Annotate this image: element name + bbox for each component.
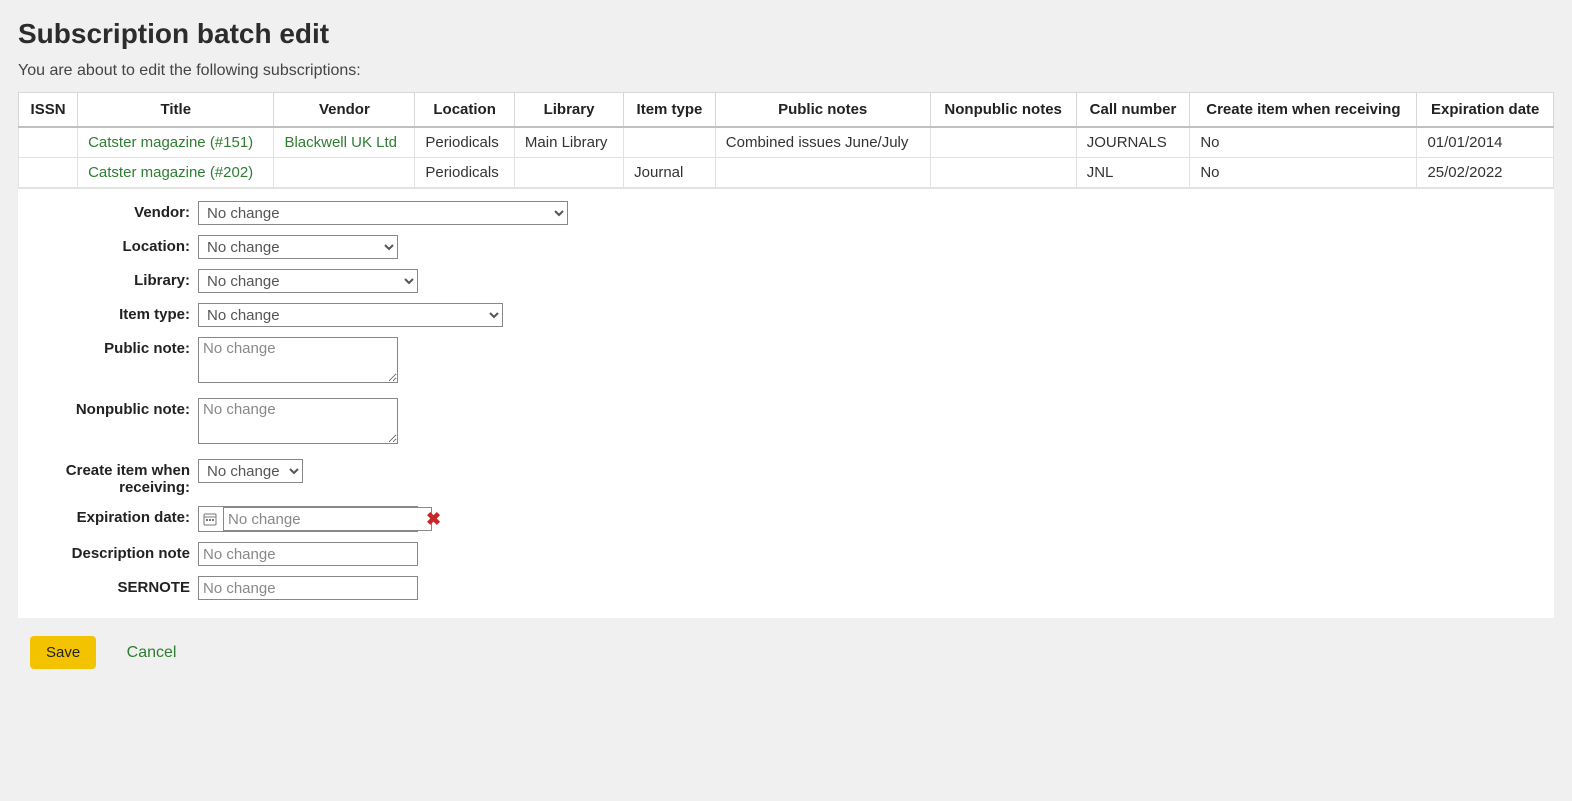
sernote-label: SERNOTE xyxy=(18,576,198,596)
cell-location: Periodicals xyxy=(415,127,515,158)
expiration-label: Expiration date: xyxy=(18,506,198,526)
col-nonpublicnotes[interactable]: Nonpublic notes xyxy=(930,93,1076,128)
save-button[interactable]: Save xyxy=(30,636,96,669)
cell-nonpublicnotes xyxy=(930,127,1076,158)
subscription-link[interactable]: Catster magazine (#151) xyxy=(88,134,253,151)
cell-itemtype xyxy=(624,127,716,158)
cell-issn xyxy=(19,158,78,188)
cell-nonpublicnotes xyxy=(930,158,1076,188)
col-title[interactable]: Title xyxy=(78,93,274,128)
cell-vendor: Blackwell UK Ltd xyxy=(274,127,415,158)
col-itemtype[interactable]: Item type xyxy=(624,93,716,128)
cell-expiration: 25/02/2022 xyxy=(1417,158,1554,188)
col-expiration[interactable]: Expiration date xyxy=(1417,93,1554,128)
publicnote-label: Public note: xyxy=(18,337,198,357)
cell-publicnotes xyxy=(715,158,930,188)
descnote-input[interactable] xyxy=(198,542,418,566)
col-vendor[interactable]: Vendor xyxy=(274,93,415,128)
cell-library xyxy=(514,158,623,188)
subscription-link[interactable]: Catster magazine (#202) xyxy=(88,164,253,181)
cell-createitem: No xyxy=(1190,158,1417,188)
nonpublicnote-label: Nonpublic note: xyxy=(18,398,198,418)
vendor-label: Vendor: xyxy=(18,201,198,221)
calendar-icon xyxy=(203,512,217,526)
cell-callnumber: JNL xyxy=(1076,158,1190,188)
vendor-select[interactable]: No change xyxy=(198,201,568,225)
col-location[interactable]: Location xyxy=(415,93,515,128)
cell-publicnotes: Combined issues June/July xyxy=(715,127,930,158)
cell-title: Catster magazine (#202) xyxy=(78,158,274,188)
descnote-label: Description note xyxy=(18,542,198,562)
col-createitem[interactable]: Create item when receiving xyxy=(1190,93,1417,128)
cell-createitem: No xyxy=(1190,127,1417,158)
cell-title: Catster magazine (#151) xyxy=(78,127,274,158)
itemtype-select[interactable]: No change xyxy=(198,303,503,327)
publicnote-textarea[interactable] xyxy=(198,337,398,383)
cell-expiration: 01/01/2014 xyxy=(1417,127,1554,158)
cell-library: Main Library xyxy=(514,127,623,158)
expiration-date-field[interactable] xyxy=(223,507,432,531)
library-label: Library: xyxy=(18,269,198,289)
table-row: Catster magazine (#202) Periodicals Jour… xyxy=(19,158,1554,188)
expiration-date-input[interactable] xyxy=(198,506,418,532)
cell-issn xyxy=(19,127,78,158)
col-library[interactable]: Library xyxy=(514,93,623,128)
col-issn[interactable]: ISSN xyxy=(19,93,78,128)
subscriptions-table: ISSN Title Vendor Location Library Item … xyxy=(18,92,1554,188)
nonpublicnote-textarea[interactable] xyxy=(198,398,398,444)
createitem-select[interactable]: No change xyxy=(198,459,303,483)
vendor-link[interactable]: Blackwell UK Ltd xyxy=(284,134,397,151)
cell-callnumber: JOURNALS xyxy=(1076,127,1190,158)
table-row: Catster magazine (#151) Blackwell UK Ltd… xyxy=(19,127,1554,158)
createitem-label: Create item when receiving: xyxy=(18,459,198,496)
intro-text: You are about to edit the following subs… xyxy=(18,62,1554,80)
location-select[interactable]: No change xyxy=(198,235,398,259)
library-select[interactable]: No change xyxy=(198,269,418,293)
cancel-button[interactable]: Cancel xyxy=(121,643,183,663)
sernote-input[interactable] xyxy=(198,576,418,600)
cell-vendor xyxy=(274,158,415,188)
cell-location: Periodicals xyxy=(415,158,515,188)
col-callnumber[interactable]: Call number xyxy=(1076,93,1190,128)
location-label: Location: xyxy=(18,235,198,255)
col-publicnotes[interactable]: Public notes xyxy=(715,93,930,128)
page-title: Subscription batch edit xyxy=(18,18,1554,50)
cell-itemtype: Journal xyxy=(624,158,716,188)
itemtype-label: Item type: xyxy=(18,303,198,323)
clear-date-icon[interactable]: ✖ xyxy=(426,509,441,530)
